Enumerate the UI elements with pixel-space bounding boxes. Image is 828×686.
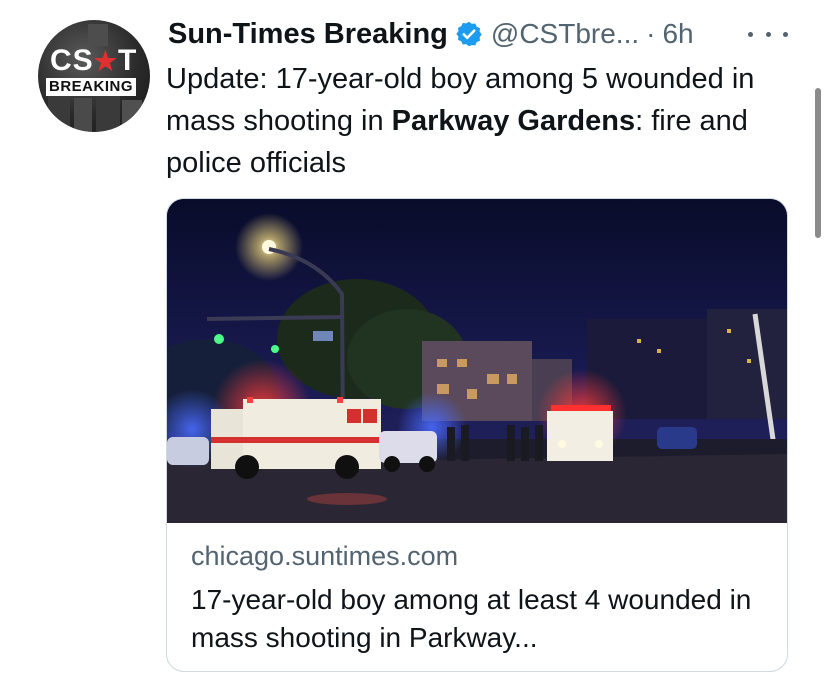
tweet-timestamp[interactable]: 6h xyxy=(662,18,693,50)
star-icon: ★ xyxy=(93,46,118,76)
user-handle[interactable]: @CSTbre... xyxy=(491,18,639,50)
more-options-icon[interactable] xyxy=(748,22,788,46)
tweet[interactable]: CS★T BREAKING Sun-Times Breaking @CSTbre… xyxy=(0,0,828,686)
display-name[interactable]: Sun-Times Breaking xyxy=(168,18,448,51)
card-domain[interactable]: chicago.suntimes.com xyxy=(191,541,458,572)
tweet-text-bold: Parkway Gardens xyxy=(391,105,636,137)
scrollbar[interactable] xyxy=(815,88,821,238)
card-title[interactable]: 17-year-old boy among at least 4 wounded… xyxy=(191,581,771,657)
link-card[interactable]: chicago.suntimes.com 17-year-old boy amo… xyxy=(166,198,788,672)
card-image[interactable] xyxy=(167,199,787,523)
separator-dot: · xyxy=(646,18,656,49)
avatar-logo: CS★T xyxy=(50,44,138,77)
verified-badge-icon xyxy=(455,20,483,48)
tweet-header: Sun-Times Breaking @CSTbre... · 6h xyxy=(168,14,694,54)
avatar[interactable]: CS★T BREAKING xyxy=(38,20,150,132)
avatar-sub-label: BREAKING xyxy=(46,78,137,96)
tweet-text: Update: 17-year-old boy among 5 wounded … xyxy=(166,58,796,184)
